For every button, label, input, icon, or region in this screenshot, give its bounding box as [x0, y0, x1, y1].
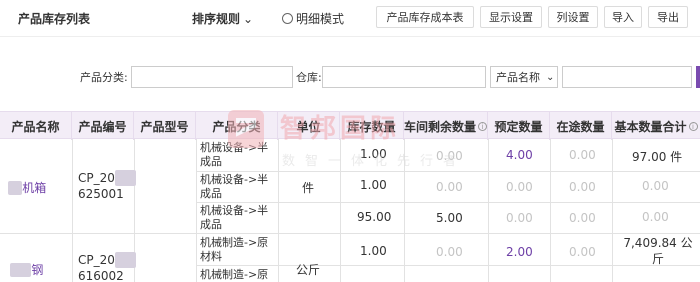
reserved-value: 0.00: [506, 180, 533, 194]
unit-value: 件: [302, 181, 315, 195]
product-name-label: 钢: [31, 263, 44, 277]
export-button[interactable]: 导出: [648, 6, 688, 28]
workshop-value: 0.00: [436, 180, 463, 194]
product-code: CP_20xxx 625001: [78, 170, 137, 202]
redacted-text: xxx: [10, 263, 32, 277]
grid-line: [196, 202, 700, 203]
info-icon[interactable]: i: [688, 121, 698, 131]
grid-line: [72, 139, 73, 282]
total-value: 7,409.84 公斤: [623, 236, 693, 266]
page-title: 产品库存列表: [18, 12, 91, 26]
grid-line: [612, 139, 613, 282]
redacted-text: xxx: [114, 170, 137, 186]
search-field-select[interactable]: 产品名称 ⌄: [490, 66, 558, 88]
col-header-name[interactable]: 产品名称: [0, 112, 72, 140]
detail-mode-label: 明细模式: [296, 12, 345, 26]
total-value: 97.00 件: [632, 150, 683, 164]
reserved-value[interactable]: 2.00: [506, 245, 533, 259]
chevron-down-icon: ⌄: [546, 71, 555, 83]
product-name-label: 机箱: [22, 181, 47, 195]
workshop-value: 0.00: [436, 245, 463, 259]
redacted-text: xx: [8, 181, 23, 195]
stock-cost-report-button[interactable]: 产品库存成本表: [376, 6, 474, 28]
grid-line: [0, 233, 700, 234]
col-header-code[interactable]: 产品编号: [72, 112, 134, 140]
warehouse-filter-input[interactable]: [322, 66, 486, 88]
category-value: 机械制造->原材料: [200, 236, 269, 263]
product-name[interactable]: xx机箱: [8, 179, 46, 196]
col-header-model[interactable]: 产品型号: [134, 112, 196, 140]
category-value: 机械制造->原: [200, 268, 269, 281]
detail-mode-radio[interactable]: 明细模式: [282, 10, 344, 27]
grid-line: [196, 139, 197, 282]
reserved-value: 0.00: [506, 211, 533, 225]
category-value: 机械设备->半成品: [200, 173, 269, 200]
chevron-down-icon: ⌄: [243, 12, 254, 26]
product-code-suffix: 616002: [78, 269, 124, 282]
product-code: CP_20xxx 616002: [78, 252, 137, 282]
product-name[interactable]: xxx钢: [10, 261, 43, 278]
transit-value: 0.00: [569, 180, 596, 194]
category-filter-label: 产品分类:: [80, 71, 128, 84]
product-code-prefix: CP_20: [78, 253, 115, 267]
stock-value: 1.00: [360, 178, 387, 192]
top-toolbar: 产品库存列表 排序规则 ⌄ 明细模式 产品库存成本表 显示设置 列设置 导入 导出: [0, 0, 700, 36]
watermark-title: 智邦国际: [280, 114, 401, 144]
transit-value: 0.00: [569, 211, 596, 225]
warehouse-filter-label: 仓库:: [296, 71, 322, 84]
stock-value: 95.00: [357, 210, 392, 224]
category-value: 机械设备->半成品: [200, 204, 269, 231]
unit-value: 公斤: [296, 263, 321, 277]
watermark: 智邦国际 数智一体化先行者: [228, 110, 498, 170]
grid-line: [196, 171, 700, 172]
col-header-total[interactable]: 基本数量合计 i: [612, 112, 700, 140]
sort-rule-dropdown[interactable]: 排序规则 ⌄: [192, 10, 253, 27]
column-settings-button[interactable]: 列设置: [548, 6, 598, 28]
grid-line: [550, 139, 551, 282]
filter-bar: 产品分类: 仓库: 产品名称 ⌄: [0, 36, 700, 110]
col-header-transit[interactable]: 在途数量: [550, 112, 612, 140]
sort-rule-label: 排序规则: [192, 12, 241, 26]
brand-logo-icon: [228, 110, 264, 148]
transit-value: 0.00: [569, 148, 596, 162]
product-code-suffix: 625001: [78, 187, 124, 201]
transit-value: 0.00: [569, 245, 596, 259]
redacted-text: xxx: [114, 252, 137, 268]
product-code-prefix: CP_20: [78, 171, 115, 185]
total-value: 0.00: [642, 210, 669, 224]
radio-icon: [282, 13, 293, 24]
watermark-subtitle: 数智一体化先行者: [282, 154, 467, 169]
import-button[interactable]: 导入: [604, 6, 642, 28]
search-value-input[interactable]: [562, 66, 692, 88]
total-value: 0.00: [642, 179, 669, 193]
reserved-value[interactable]: 4.00: [506, 148, 533, 162]
stock-value: 1.00: [360, 244, 387, 258]
col-header-total-label: 基本数量合计: [614, 119, 687, 134]
search-field-label: 产品名称: [496, 71, 540, 84]
workshop-value: 5.00: [436, 211, 463, 225]
search-button[interactable]: [696, 66, 700, 88]
category-filter-input[interactable]: [131, 66, 293, 88]
display-settings-button[interactable]: 显示设置: [480, 6, 542, 28]
